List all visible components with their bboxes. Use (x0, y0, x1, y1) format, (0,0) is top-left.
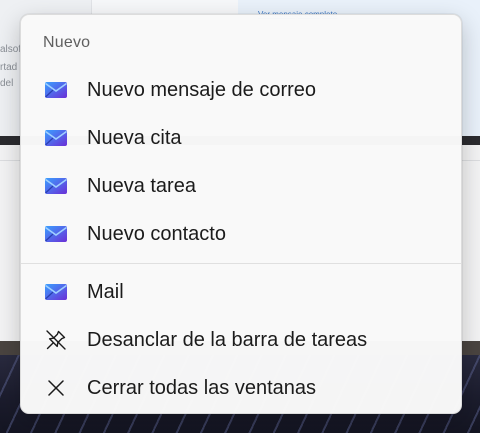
menu-item-label: Nuevo contacto (87, 222, 226, 245)
close-icon (43, 375, 69, 401)
background-sidebar-text: del (0, 78, 14, 89)
mail-app-icon (43, 77, 69, 103)
menu-item-label: Mail (87, 280, 124, 303)
background-sidebar-text: rtad (0, 62, 18, 73)
menu-section-header: Nuevo (43, 34, 91, 51)
menu-item-label: Cerrar todas las ventanas (87, 376, 317, 399)
mail-app-icon (43, 173, 69, 199)
menu-item-close-all-windows[interactable]: Cerrar todas las ventanas (27, 365, 455, 411)
menu-divider (21, 263, 461, 264)
menu-item-label: Nueva tarea (87, 174, 196, 197)
menu-item-mail-app[interactable]: Mail (27, 269, 455, 315)
menu-item-unpin-taskbar[interactable]: Desanclar de la barra de tareas (27, 317, 455, 363)
mail-app-icon (43, 279, 69, 305)
menu-item-new-mail[interactable]: Nuevo mensaje de correo (27, 67, 455, 113)
menu-item-label: Nuevo mensaje de correo (87, 78, 317, 101)
mail-app-icon (43, 125, 69, 151)
jump-list-menu: Nuevo Nuevo mensaje de correo Nueva cita… (20, 14, 462, 414)
menu-item-label: Nueva cita (87, 126, 182, 149)
menu-item-label: Desanclar de la barra de tareas (87, 328, 368, 351)
menu-item-new-task[interactable]: Nueva tarea (27, 163, 455, 209)
menu-item-new-contact[interactable]: Nuevo contacto (27, 211, 455, 257)
unpin-icon (43, 327, 69, 353)
menu-item-new-appointment[interactable]: Nueva cita (27, 115, 455, 161)
background-sidebar-text: alsof (0, 44, 22, 55)
mail-app-icon (43, 221, 69, 247)
